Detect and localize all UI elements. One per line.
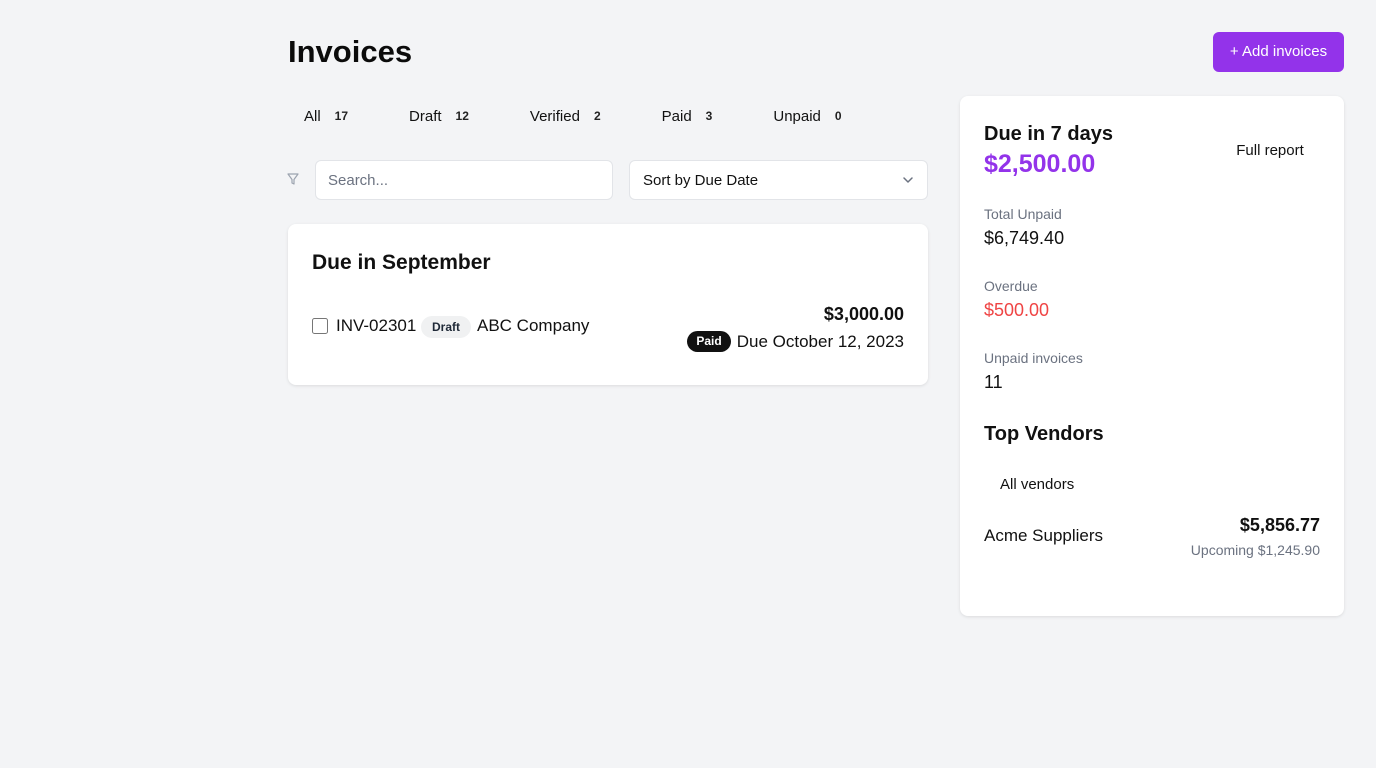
company-name: ABC Company — [477, 316, 590, 335]
unpaid-invoices-value: 11 — [984, 372, 1003, 392]
tab-label: Unpaid — [773, 107, 821, 125]
invoice-row[interactable]: INV-02301 Draft ABC Company $3,000.00 Pa… — [312, 304, 904, 354]
status-tabs: All 17 Draft 12 Verified 2 Paid 3 Unpaid… — [288, 96, 887, 136]
invoice-number: INV-02301 — [336, 316, 417, 335]
due-amount: $2,500.00 — [984, 150, 1096, 178]
total-unpaid-label: Total Unpaid — [984, 206, 1062, 222]
draft-badge: Draft — [421, 316, 472, 338]
tab-count: 12 — [455, 109, 469, 123]
tab-label: Draft — [409, 107, 442, 125]
filter-icon[interactable] — [287, 172, 299, 186]
vendor-name: Acme Suppliers — [984, 526, 1104, 545]
tab-draft[interactable]: Draft 12 — [393, 96, 485, 136]
unpaid-invoices-label: Unpaid invoices — [984, 350, 1083, 366]
group-title: Due in September — [312, 251, 491, 274]
tab-count: 3 — [705, 109, 713, 123]
tab-label: Verified — [529, 107, 580, 125]
add-invoices-button[interactable]: + Add invoices — [1213, 32, 1344, 72]
vendor-upcoming: Upcoming $1,245.90 — [1190, 542, 1320, 558]
overdue-label: Overdue — [984, 278, 1038, 294]
search-input[interactable] — [315, 160, 613, 200]
full-report-button[interactable]: Full report — [1220, 132, 1320, 168]
due-date: Due October 12, 2023 — [736, 331, 904, 351]
vendor-row[interactable]: Acme Suppliers $5,856.77 Upcoming $1,245… — [984, 514, 1320, 560]
tab-paid[interactable]: Paid 3 — [646, 96, 729, 136]
tab-count: 17 — [334, 109, 349, 123]
overdue-value: $500.00 — [984, 300, 1050, 320]
chevron-down-icon — [903, 177, 913, 183]
tab-verified[interactable]: Verified 2 — [514, 96, 617, 136]
sort-select[interactable]: Sort by Due Date — [629, 160, 928, 200]
sort-selected-value: Sort by Due Date — [643, 171, 759, 189]
page-title: Invoices — [288, 34, 413, 69]
invoice-amount: $3,000.00 — [823, 304, 904, 324]
tab-label: Paid — [661, 107, 692, 125]
total-unpaid-value: $6,749.40 — [984, 228, 1065, 248]
tab-unpaid[interactable]: Unpaid 0 — [757, 96, 857, 136]
tab-all[interactable]: All 17 — [288, 96, 364, 136]
tab-label: All — [304, 107, 321, 125]
all-vendors-button[interactable]: All vendors — [984, 466, 1090, 502]
tab-count: 0 — [834, 109, 842, 123]
summary-panel: Due in 7 days $2,500.00 Full report Tota… — [960, 96, 1344, 616]
top-vendors-title: Top Vendors — [984, 423, 1104, 445]
invoice-group-card: Due in September INV-02301 Draft ABC Com… — [288, 224, 928, 385]
due-title: Due in 7 days — [984, 123, 1113, 145]
vendor-amount: $5,856.77 — [1239, 515, 1320, 535]
tab-count: 2 — [593, 109, 601, 123]
invoice-checkbox[interactable] — [312, 318, 328, 334]
paid-badge: Paid — [687, 331, 731, 352]
invoice-status-line: Paid Due October 12, 2023 — [687, 331, 904, 352]
